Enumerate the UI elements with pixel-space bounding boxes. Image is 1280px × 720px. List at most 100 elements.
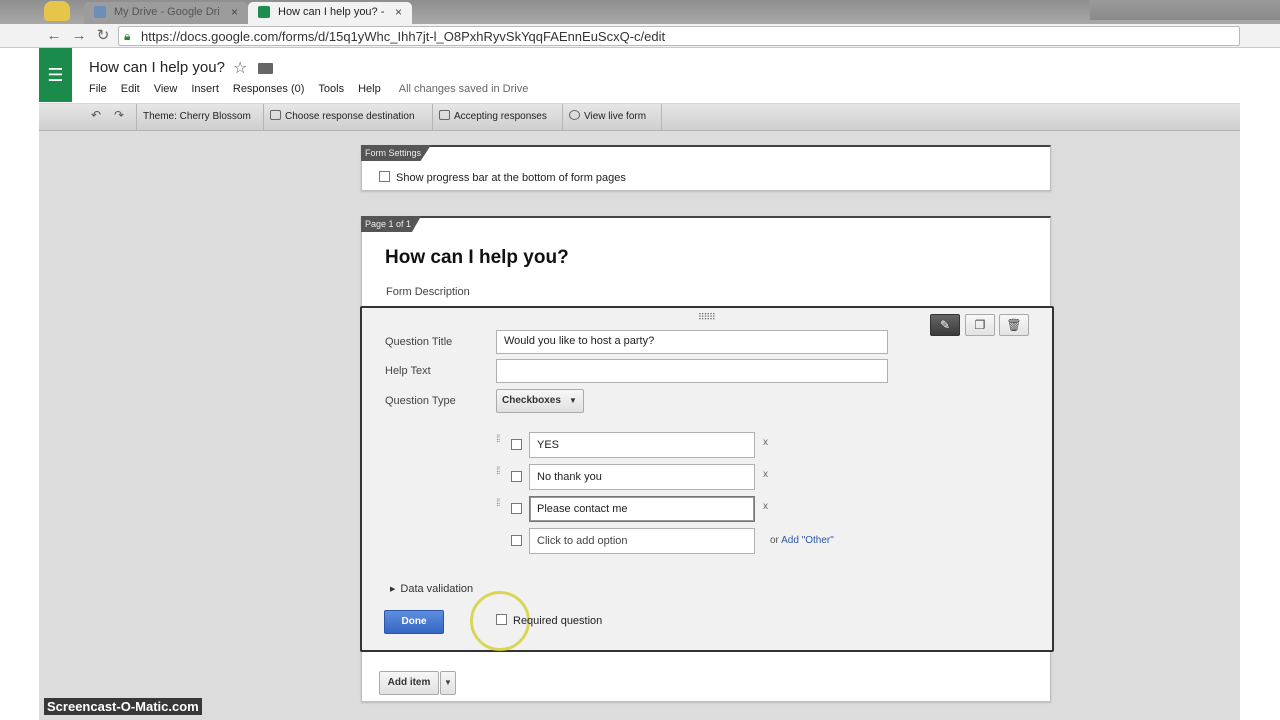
form-toolbar: ↶ ↷ Theme: Cherry Blossom Choose respons…	[39, 104, 1240, 131]
remove-option-icon[interactable]: x	[763, 469, 768, 480]
menubar: File Edit View Insert Responses (0) Tool…	[89, 83, 528, 95]
help-text-input[interactable]	[496, 359, 888, 383]
drive-favicon-icon	[94, 6, 106, 18]
question-edit-panel: ⠿⠿⠿ ✎ ❐ 🗑︎ Question Title Would you like…	[360, 306, 1054, 652]
undo-icon[interactable]: ↶	[91, 108, 101, 122]
question-type-value: Checkboxes	[502, 395, 561, 406]
form-title[interactable]: How can I help you?	[385, 247, 569, 269]
menu-responses[interactable]: Responses (0)	[233, 83, 305, 95]
eye-icon	[569, 110, 580, 120]
browser-tab-form[interactable]: How can I help you? - Goo ×	[248, 2, 412, 24]
destination-label: Choose response destination	[285, 111, 415, 122]
menu-help[interactable]: Help	[358, 83, 381, 95]
option-row: ⁞⁞ Please contact me x	[496, 496, 856, 522]
menu-insert[interactable]: Insert	[191, 83, 219, 95]
page-margin-left	[0, 48, 39, 720]
view-live-form-button[interactable]: View live form	[562, 104, 662, 131]
trash-icon: 🗑︎	[1006, 318, 1022, 332]
star-icon[interactable]: ☆	[233, 58, 247, 78]
help-text-label: Help Text	[385, 365, 431, 377]
back-icon[interactable]: ←	[45, 27, 63, 45]
window-controls	[1090, 0, 1280, 20]
drag-handle-icon[interactable]: ⠿⠿⠿	[698, 312, 716, 323]
theme-label: Theme: Cherry Blossom	[143, 111, 251, 122]
menu-tools[interactable]: Tools	[318, 83, 344, 95]
destination-icon	[270, 110, 281, 120]
option-input[interactable]: YES	[529, 432, 755, 458]
remove-option-icon[interactable]: x	[763, 501, 768, 512]
redo-icon[interactable]: ↷	[114, 108, 124, 122]
duplicate-question-button[interactable]: ❐	[965, 314, 995, 336]
reload-icon[interactable]: ↻	[94, 27, 112, 45]
drag-grip-icon[interactable]: ⁞⁞	[496, 435, 500, 445]
progress-bar-checkbox[interactable]	[379, 171, 390, 182]
close-tab-icon[interactable]: ×	[395, 2, 402, 22]
add-option-input[interactable]: Click to add option	[529, 528, 755, 554]
document-title[interactable]: How can I help you?	[89, 59, 225, 76]
chevron-down-icon: ▼	[444, 678, 452, 687]
question-type-select[interactable]: Checkboxes ▼	[496, 389, 584, 413]
response-destination-button[interactable]: Choose response destination	[263, 104, 432, 131]
add-other-prefix: or	[770, 535, 782, 546]
drag-grip-icon[interactable]: ⁞⁞	[496, 499, 500, 509]
expand-arrow-icon: ▶	[390, 586, 396, 593]
browser-tab-drive[interactable]: My Drive - Google Drive ×	[84, 2, 248, 24]
tab-title: How can I help you? - Goo	[278, 6, 384, 18]
required-question-setting[interactable]: Required question	[496, 614, 602, 627]
option-checkbox	[511, 439, 522, 450]
add-other-link[interactable]: Add "Other"	[781, 535, 834, 546]
page-margin-right	[1240, 48, 1280, 720]
drag-grip-icon[interactable]: ⁞⁞	[496, 467, 500, 477]
forms-home-icon[interactable]: ☰	[39, 48, 72, 102]
copy-icon: ❐	[974, 318, 986, 332]
data-validation-toggle[interactable]: ▶ Data validation	[390, 583, 473, 595]
add-item-button[interactable]: Add item	[379, 671, 439, 695]
url-text[interactable]: https://docs.google.com/forms/d/15q1yWhc…	[141, 29, 665, 44]
add-item-menu-button[interactable]: ▼	[440, 671, 456, 695]
chevron-down-icon: ▼	[569, 396, 577, 405]
required-label: Required question	[513, 615, 603, 627]
question-title-label: Question Title	[385, 336, 453, 348]
add-option-row: Click to add option or Add "Other"	[496, 528, 856, 554]
theme-button[interactable]: Theme: Cherry Blossom	[136, 104, 263, 131]
browser-tabstrip: My Drive - Google Drive × How can I help…	[0, 0, 1280, 24]
recorder-watermark: Screencast-O-Matic.com	[44, 698, 202, 715]
question-type-label: Question Type	[385, 395, 456, 407]
menu-file[interactable]: File	[89, 83, 107, 95]
pencil-icon: ✎	[939, 318, 951, 332]
form-description[interactable]: Form Description	[386, 286, 470, 298]
forms-favicon-icon	[258, 6, 270, 18]
edit-question-button[interactable]: ✎	[930, 314, 960, 336]
required-checkbox[interactable]	[496, 614, 507, 625]
view-live-label: View live form	[584, 111, 647, 122]
address-bar[interactable]: 🔒︎ https://docs.google.com/forms/d/15q1y…	[118, 26, 1240, 46]
option-checkbox	[511, 535, 522, 546]
add-other-option: or Add "Other"	[770, 535, 834, 546]
close-tab-icon[interactable]: ×	[231, 2, 238, 22]
option-input[interactable]: Please contact me	[529, 496, 755, 522]
browser-profile-icon[interactable]	[44, 1, 70, 21]
form-page-card: Page 1 of 1 How can I help you? Form Des…	[360, 216, 1054, 702]
tab-title: My Drive - Google Drive	[114, 6, 220, 18]
menu-edit[interactable]: Edit	[121, 83, 140, 95]
page-tab-label[interactable]: Page 1 of 1	[361, 216, 422, 232]
option-row: ⁞⁞ YES x	[496, 432, 856, 458]
option-input[interactable]: No thank you	[529, 464, 755, 490]
question-title-input[interactable]: Would you like to host a party?	[496, 330, 888, 354]
accepting-responses-button[interactable]: Accepting responses	[432, 104, 562, 131]
card-tab-label[interactable]: Form Settings	[361, 145, 432, 161]
menu-view[interactable]: View	[154, 83, 178, 95]
progress-bar-setting[interactable]: Show progress bar at the bottom of form …	[379, 171, 626, 184]
lock-icon: 🔒︎	[124, 29, 131, 43]
done-button[interactable]: Done	[384, 610, 444, 634]
accepting-label: Accepting responses	[454, 111, 547, 122]
save-status: All changes saved in Drive	[398, 83, 529, 95]
option-row: ⁞⁞ No thank you x	[496, 464, 856, 490]
browser-toolbar: ← → ↻ 🔒︎ https://docs.google.com/forms/d…	[0, 24, 1280, 48]
folder-icon[interactable]	[258, 63, 273, 74]
data-validation-label: Data validation	[400, 583, 474, 595]
remove-option-icon[interactable]: x	[763, 437, 768, 448]
delete-question-button[interactable]: 🗑︎	[999, 314, 1029, 336]
form-settings-card: Form Settings Show progress bar at the b…	[361, 145, 1051, 191]
forward-icon[interactable]: →	[70, 27, 88, 45]
